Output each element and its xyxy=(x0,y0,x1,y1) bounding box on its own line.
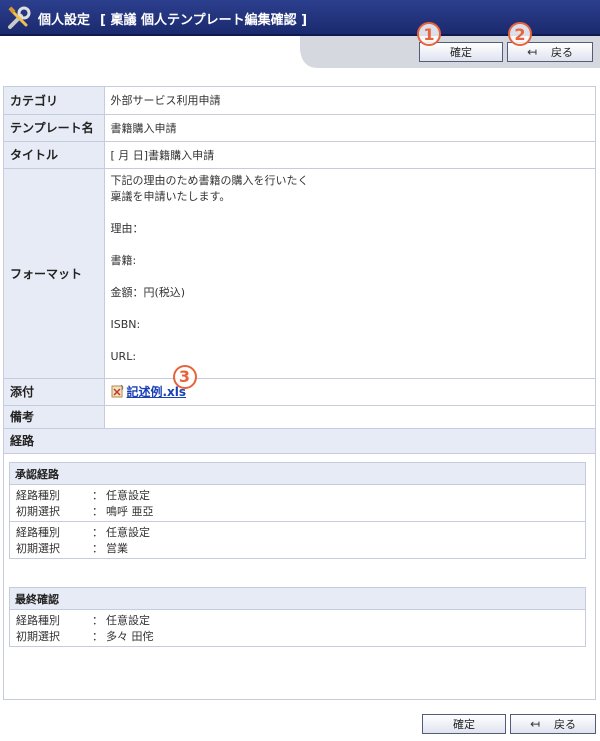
back-button-bottom[interactable]: ↤ 戻る xyxy=(510,714,596,734)
format-value: 下記の理由のため書籍の購入を行いたく 稟議を申請いたします。 理由： 書籍: 金額：円(… xyxy=(104,168,595,379)
title-value: [ 月 日]書籍購入申請 xyxy=(104,141,595,169)
callout-badge-1: 1 xyxy=(417,22,441,46)
route-init-key: 初期選択 xyxy=(16,542,60,555)
approval-route-group: 経路種別 ：任意設定 初期選択 ：営業 xyxy=(10,522,585,558)
template-row: テンプレート名 書籍購入申請 xyxy=(4,114,595,142)
route-type-key: 経路種別 xyxy=(16,489,60,502)
attach-value: 記述例.xls 3 xyxy=(104,364,595,406)
format-line xyxy=(111,269,590,285)
title-row: タイトル [ 月 日]書籍購入申請 xyxy=(4,141,595,169)
route-type-value: 任意設定 xyxy=(106,614,150,627)
route-init-key: 初期選択 xyxy=(16,630,60,643)
route-type-value: 任意設定 xyxy=(106,489,150,502)
attachment-link[interactable]: 記述例.xls xyxy=(127,385,187,399)
category-row: カテゴリ 外部サービス利用申請 xyxy=(4,87,595,115)
format-line xyxy=(111,237,590,253)
route-colon: ： xyxy=(92,505,103,518)
route-colon: ： xyxy=(92,630,103,643)
route-type-line: 経路種別 ：任意設定 xyxy=(16,487,585,503)
template-value: 書籍購入申請 xyxy=(104,114,595,142)
route-init-line: 初期選択 ：営業 xyxy=(16,540,585,556)
format-lines: 下記の理由のため書籍の購入を行いたく 稟議を申請いたします。 理由： 書籍: 金額：円(… xyxy=(111,169,590,369)
route-type-line: 経路種別 ：任意設定 xyxy=(16,612,585,628)
remarks-row: 備考 xyxy=(4,405,595,429)
callout-badge-3: 3 xyxy=(172,364,197,389)
category-value: 外部サービス利用申請 xyxy=(104,87,595,115)
remarks-label: 備考 xyxy=(4,405,105,429)
format-line: 稟議を申請いたします。 xyxy=(110,189,231,203)
callout-badge-2: 2 xyxy=(508,22,532,46)
format-line: 下記の理由のため書籍の購入を行いたく xyxy=(110,173,309,187)
format-line: 金額：円(税込) xyxy=(110,285,186,299)
page-title-text: 個人設定 xyxy=(38,13,91,28)
approval-route-group: 経路種別 ：任意設定 初期選択 ：鳴呼 亜亞 xyxy=(10,485,585,522)
route-init-value: 営業 xyxy=(106,542,128,555)
route-init-key: 初期選択 xyxy=(16,505,60,518)
format-line: 理由： xyxy=(110,221,144,235)
detail-table: カテゴリ 外部サービス利用申請 テンプレート名 書籍購入申請 タイトル [ 月 … xyxy=(4,87,595,454)
format-line xyxy=(111,333,590,349)
route-type-value: 任意設定 xyxy=(106,526,150,539)
page-subtitle: [ 稟議 個人テンプレート編集確認 ] xyxy=(100,13,308,28)
back-button-label: 戻る xyxy=(551,46,574,59)
back-arrow-icon: ↤ xyxy=(526,45,538,59)
attach-label: 添付 xyxy=(4,378,105,406)
confirm-button-label: 確定 xyxy=(453,718,475,731)
route-colon: ： xyxy=(92,542,103,555)
format-line xyxy=(111,301,590,317)
final-confirm-box: 最終確認 経路種別 ：任意設定 初期選択 ：多々 田侘 xyxy=(9,587,586,647)
confirm-button-label: 確定 xyxy=(450,46,472,59)
route-init-line: 初期選択 ：多々 田侘 xyxy=(16,628,585,644)
route-init-value: 鳴呼 亜亞 xyxy=(106,505,154,518)
route-type-line: 経路種別 ：任意設定 xyxy=(16,524,585,540)
back-arrow-icon: ↤ xyxy=(529,717,541,731)
approval-route-heading: 承認経路 xyxy=(10,463,585,485)
excel-file-icon xyxy=(111,384,123,398)
route-label: 経路 xyxy=(4,428,595,454)
approval-route-box: 承認経路 経路種別：任意設定 初期選択：鳴呼 亜亞 経路種別：任意設定 初期選択… xyxy=(9,462,586,559)
format-line: ISBN: xyxy=(110,317,141,331)
route-colon: ： xyxy=(92,526,103,539)
format-line: 書籍: xyxy=(110,253,137,267)
back-button-label: 戻る xyxy=(554,718,577,731)
title-label: タイトル xyxy=(4,141,105,169)
confirm-button-bottom[interactable]: 確定 xyxy=(422,714,506,734)
format-row: フォーマット 下記の理由のため書籍の購入を行いたく 稟議を申請いたします。 理由： 書… xyxy=(4,168,595,379)
format-label: フォーマット xyxy=(4,168,105,379)
route-type-key: 経路種別 xyxy=(16,614,60,627)
remarks-value xyxy=(104,405,595,429)
format-line xyxy=(111,205,590,221)
route-row: 経路 xyxy=(4,428,595,454)
format-line: URL: xyxy=(110,349,137,363)
final-confirm-group: 経路種別 ：任意設定 初期選択 ：多々 田侘 xyxy=(10,610,585,646)
route-init-line: 初期選択 ：鳴呼 亜亞 xyxy=(16,503,585,519)
tools-icon xyxy=(8,6,31,29)
route-colon: ： xyxy=(92,489,103,502)
category-label: カテゴリ xyxy=(4,87,105,115)
route-colon: ： xyxy=(92,614,103,627)
template-label: テンプレート名 xyxy=(4,114,105,142)
route-init-value: 多々 田侘 xyxy=(106,630,154,643)
route-type-key: 経路種別 xyxy=(16,526,60,539)
final-confirm-heading: 最終確認 xyxy=(10,588,585,610)
attach-row: 添付 記述例.xls 3 xyxy=(4,364,595,406)
page-title: 個人設定 [ 稟議 個人テンプレート編集確認 ] xyxy=(38,9,307,28)
